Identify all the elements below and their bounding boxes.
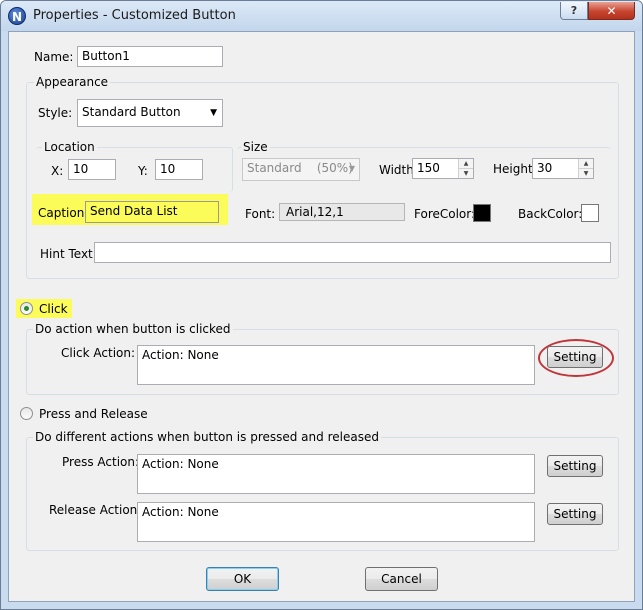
press-action-label: Press Action: (62, 455, 140, 469)
click-action-label: Click Action: (61, 346, 136, 360)
chevron-down-icon: ▼ (210, 108, 217, 118)
chevron-down-icon: ▼ (348, 164, 355, 173)
forecolor-swatch[interactable] (473, 204, 491, 222)
appearance-group-label: Appearance (34, 75, 111, 89)
click-action-display: Action: None (137, 345, 535, 385)
spin-up-icon[interactable]: ▲ (459, 159, 473, 169)
width-spin-buttons[interactable]: ▲ ▼ (458, 159, 473, 178)
title-bar[interactable]: N Properties - Customized Button ? ✕ (1, 1, 642, 31)
click-setting-button[interactable]: Setting (547, 346, 603, 368)
click-radio[interactable] (20, 302, 33, 315)
press-release-radio[interactable] (20, 407, 33, 420)
height-label: Height: (493, 162, 537, 176)
release-action-label: Release Action: (49, 503, 142, 517)
spin-down-icon[interactable]: ▼ (459, 169, 473, 179)
height-stepper[interactable]: 30 ▲ ▼ (532, 158, 594, 179)
caption-input[interactable]: Send Data List (85, 201, 219, 223)
style-label: Style: (38, 106, 73, 120)
style-select[interactable]: Standard Button ▼ (77, 99, 223, 127)
forecolor-label: ForeColor: (414, 207, 476, 221)
ok-button[interactable]: OK (206, 567, 279, 591)
app-logo-icon: N (8, 7, 26, 25)
spin-down-icon[interactable]: ▼ (579, 169, 593, 179)
width-value: 150 (417, 161, 440, 175)
press-release-radio-label[interactable]: Press and Release (39, 407, 148, 421)
hint-text-input[interactable] (94, 242, 611, 263)
size-select-value: Standard (50%) (247, 161, 353, 175)
size-select[interactable]: Standard (50%) ▼ (242, 158, 360, 181)
location-group-label: Location (42, 140, 97, 154)
window-title: Properties - Customized Button (33, 8, 236, 23)
click-radio-label[interactable]: Click (39, 302, 68, 316)
y-input[interactable]: 10 (155, 159, 203, 180)
release-action-display: Action: None (137, 502, 535, 542)
y-label: Y: (138, 164, 148, 178)
close-button[interactable]: ✕ (588, 2, 635, 20)
name-input[interactable]: Button1 (77, 46, 223, 67)
properties-dialog: N Properties - Customized Button ? ✕ Nam… (0, 0, 643, 610)
help-button[interactable]: ? (560, 2, 588, 20)
press-setting-button[interactable]: Setting (547, 455, 603, 477)
caption-label: Caption: (38, 206, 89, 220)
height-spin-buttons[interactable]: ▲ ▼ (578, 159, 593, 178)
spin-up-icon[interactable]: ▲ (579, 159, 593, 169)
hint-text-label: Hint Text: (40, 247, 97, 261)
size-group-label: Size (241, 140, 270, 154)
width-stepper[interactable]: 150 ▲ ▼ (412, 158, 474, 179)
press-action-display: Action: None (137, 454, 535, 494)
press-release-group-label: Do different actions when button is pres… (33, 430, 381, 444)
click-action-group-label: Do action when button is clicked (33, 322, 233, 336)
height-value: 30 (537, 161, 553, 175)
x-label: X: (51, 164, 64, 178)
cancel-button[interactable]: Cancel (365, 567, 438, 591)
release-setting-button[interactable]: Setting (547, 503, 603, 525)
backcolor-swatch[interactable] (581, 204, 599, 222)
dialog-content: Name: Button1 Appearance Style: Standard… (8, 31, 635, 602)
style-select-value: Standard Button (82, 105, 181, 119)
font-selector[interactable]: Arial,12,1 (279, 203, 405, 221)
x-input[interactable]: 10 (68, 159, 116, 180)
name-label: Name: (34, 50, 74, 64)
backcolor-label: BackColor: (518, 207, 583, 221)
font-label: Font: (245, 207, 276, 221)
